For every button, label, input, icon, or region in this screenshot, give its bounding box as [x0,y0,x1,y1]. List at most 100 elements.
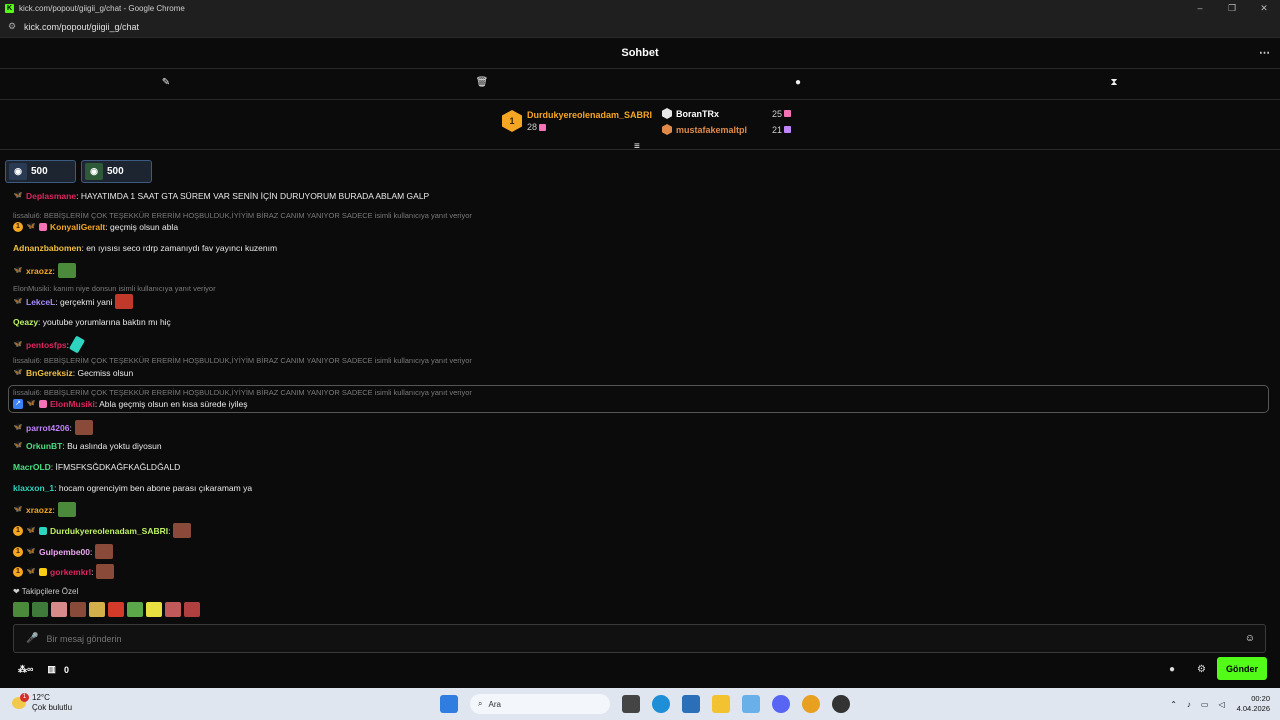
reply-context: lissalui6: BEBİŞLERİM ÇOK TEŞEKKÜR ERERİ… [13,356,472,365]
frog-emote-icon [57,502,76,517]
address-bar[interactable]: ⚙ kick.com/popout/giigii_g/chat [0,16,1280,38]
edge-icon[interactable] [652,695,670,713]
app-icon[interactable] [742,695,760,713]
gift-badge-icon [39,567,47,576]
close-button[interactable]: ✕ [1248,0,1280,16]
emote-icon[interactable] [184,602,200,617]
chat-text: : youtube yorumlarına baktın mı hiç [38,317,171,327]
store-icon[interactable] [682,695,700,713]
chat-message[interactable]: 🦋 OrkunBT : Bu aslında yoktu diyosun [13,441,162,451]
goal-pill[interactable]: ◉ 500 [81,160,152,183]
emote-icon[interactable] [146,602,162,617]
chat-username[interactable]: KonyaliGeralt [50,222,105,232]
chat-message[interactable]: klaxxon_1 : hocam ogrenciyim ben abone p… [13,483,252,493]
send-button[interactable]: Gönder [1217,657,1267,680]
chrome-icon[interactable] [802,695,820,713]
leaderboard-second[interactable]: BoranTRx 25 [662,108,791,119]
chat-settings-bubble-icon[interactable]: ● [1169,664,1175,675]
chat-username[interactable]: Qeazy [13,317,38,327]
emote-icon[interactable] [51,602,67,617]
chat-message[interactable]: 🦋 parrot4206 : [13,420,93,435]
windows-taskbar: 12°C Çok bulutlu ⌕ Ara ⌃ ♪ ▭ ◁ 00 [0,688,1280,720]
butterfly-badge-icon: 🦋 [13,266,23,274]
chat-message[interactable]: 🦋 xraozz : [13,502,76,517]
chat-message[interactable]: 1 🦋 Durdukyereolenadam_SABRI : [13,523,192,538]
chat-bubble-icon[interactable]: ● [791,77,805,88]
gift-badge-icon [39,223,47,231]
emote-icon[interactable] [127,602,143,617]
windows-start-icon[interactable] [440,695,458,713]
chat-message[interactable]: Adnanzbabomen : en ıyısısı seco rdrp zam… [13,243,277,253]
trash-icon[interactable]: 🗑 [475,77,489,88]
microphone-icon[interactable]: 🎤 [26,633,38,644]
taskbar-search[interactable]: ⌕ Ara [470,694,610,714]
leaderboard-first[interactable]: 1 Durdukyereolenadam_SABRI 28 [502,110,652,132]
emote-icon[interactable] [13,602,29,617]
hourglass-icon[interactable]: ⧗ [1107,77,1121,88]
chat-username[interactable]: BnGereksiz [26,368,73,378]
chat-message[interactable]: ↗ 🦋 ElonMusiki : Abla geçmiş olsun en kı… [13,399,247,409]
chat-message[interactable]: Qeazy : youtube yorumlarına baktın mı hi… [13,317,171,327]
gift-badge-icon [39,526,47,535]
clock[interactable]: 00:20 4.04.2026 [1237,694,1270,714]
chat-username[interactable]: Deplasmane [26,191,76,201]
goal-value: 500 [107,166,124,177]
emote-icon[interactable] [108,602,124,617]
emote-icon[interactable] [70,602,86,617]
chat-username[interactable]: MacrOLD [13,462,51,472]
message-input[interactable] [46,633,1245,644]
pin-icon[interactable]: ✎ [159,77,173,88]
url-text[interactable]: kick.com/popout/giigii_g/chat [24,22,139,32]
steam-icon[interactable] [832,695,850,713]
chat-username[interactable]: pentosfps [26,340,67,350]
settings-gear-icon[interactable]: ⚙ [1197,664,1206,675]
chat-username[interactable]: Durdukyereolenadam_SABRI [50,526,168,536]
chat-username[interactable]: gorkemkrl [50,567,91,577]
maximize-button[interactable]: ❐ [1216,0,1248,16]
chat-message[interactable]: 1 🦋 gorkemkrl : [13,564,115,579]
chat-username[interactable]: Adnanzbabomen [13,243,81,253]
chat-username[interactable]: OrkunBT [26,441,62,451]
chat-username[interactable]: parrot4206 [26,423,69,433]
chat-title: Sohbet [621,47,659,59]
leaderboard-second-name: BoranTRx [676,108,720,119]
weather-widget[interactable]: 12°C Çok bulutlu [12,693,72,713]
leaderboard-third[interactable]: mustafakemaltpl 21 [662,124,791,135]
file-explorer-icon[interactable] [712,695,730,713]
chat-message[interactable]: 🦋 xraozz : [13,263,76,278]
chat-username[interactable]: xraozz [26,266,52,276]
chat-message[interactable]: MacrOLD : İFMSFKSĞDKAĞFKAĞLDĞALD [13,462,180,472]
network-icon[interactable]: ▭ [1201,700,1209,709]
more-options-icon[interactable]: ⋯ [1259,46,1270,59]
chat-message[interactable]: 1 🦋 KonyaliGeralt : geçmiş olsun abla [13,222,178,232]
minimize-button[interactable]: – [1184,0,1216,16]
task-view-icon[interactable] [622,695,640,713]
volume-icon[interactable]: ◁ [1218,700,1224,709]
chat-message[interactable]: 🦋 BnGereksiz : Gecmiss olsun [13,368,134,378]
chat-message[interactable]: 🦋 Deplasmane : HAYATIMDA 1 SAAT GTA SÜRE… [13,191,430,201]
site-settings-icon[interactable]: ⚙ [8,21,18,32]
chat-message[interactable]: 🦋 pentosfps : [13,335,86,354]
chat-username[interactable]: Gulpembe00 [39,547,90,557]
collapse-leaderboard-icon[interactable]: ≡ [634,141,640,152]
chat-message[interactable]: 🦋 LekceL : gerçekmi yani [13,294,134,309]
emote-icon[interactable] [165,602,181,617]
emote-icon[interactable] [89,602,105,617]
message-input-box[interactable]: 🎤 ☺ [13,624,1266,653]
goal-pill[interactable]: ◉ 500 [5,160,76,183]
chat-username[interactable]: LekceL [26,297,55,307]
chat-username[interactable]: klaxxon_1 [13,483,54,493]
chat-text: : HAYATIMDA 1 SAAT GTA SÜREM VAR SENİN İ… [76,191,430,201]
chevron-up-icon[interactable]: ⌃ [1170,700,1177,709]
butterfly-badge-icon: 🦋 [13,369,23,376]
discord-icon[interactable] [772,695,790,713]
mic-tray-icon[interactable]: ♪ [1187,700,1191,709]
chat-message[interactable]: 1 🦋 Gulpembe00 : [13,544,114,559]
gift-box-icon[interactable]: ▥ [47,664,56,675]
chat-username[interactable]: xraozz [26,505,52,515]
chat-text: : [69,422,72,433]
emoji-icon[interactable]: ☺ [1245,633,1255,644]
connections-icon[interactable]: ⁂∞ [18,664,33,675]
chat-username[interactable]: ElonMusiki [50,399,95,409]
emote-icon[interactable] [32,602,48,617]
